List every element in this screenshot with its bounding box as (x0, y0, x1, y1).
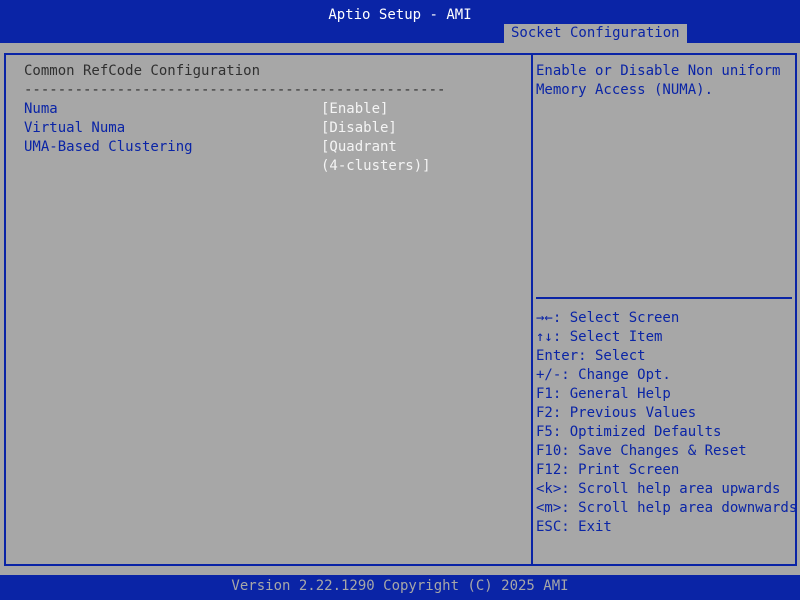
key-help-enter: Enter: Select (536, 348, 646, 364)
setting-numa-label[interactable]: Numa (24, 100, 58, 119)
setting-uma-clustering-value-line2[interactable]: (4-clusters)] (321, 157, 431, 176)
setting-uma-clustering-label[interactable]: UMA-Based Clustering (24, 138, 193, 157)
key-help-change-opt: +/-: Change Opt. (536, 367, 671, 383)
key-help-f2: F2: Previous Values (536, 405, 697, 421)
tab-socket-configuration[interactable]: Socket Configuration (504, 24, 687, 43)
bottom-bar: Version 2.22.1290 Copyright (C) 2025 AMI (0, 575, 800, 600)
key-help-list: →←: Select Screen ↑↓: Select Item Enter:… (536, 309, 797, 537)
section-title: Common RefCode Configuration (24, 63, 261, 79)
key-help-scroll-up: <k>: Scroll help area upwards (536, 481, 781, 497)
app-title: Aptio Setup - AMI (328, 7, 472, 23)
top-bar: Aptio Setup - AMI Socket Configuration (0, 0, 800, 43)
key-help-f1: F1: General Help (536, 386, 671, 402)
setting-uma-clustering-value-line1[interactable]: [Quadrant (321, 138, 397, 157)
version-text: Version 2.22.1290 Copyright (C) 2025 AMI (231, 578, 569, 594)
key-help-scroll-down: <m>: Scroll help area downwards (536, 500, 798, 516)
bios-screen: Aptio Setup - AMI Socket Configuration C… (0, 0, 800, 600)
key-help-select-screen: →←: Select Screen (536, 310, 680, 326)
help-text: Enable or Disable Non uniform Memory Acc… (536, 63, 789, 98)
setting-virtual-numa-value[interactable]: [Disable] (321, 119, 397, 138)
key-help-f5: F5: Optimized Defaults (536, 424, 722, 440)
pane-divider (531, 53, 533, 566)
key-help-esc: ESC: Exit (536, 519, 612, 535)
section-divider: ----------------------------------------… (24, 82, 446, 98)
key-help-f10: F10: Save Changes & Reset (536, 443, 747, 459)
setting-numa-value[interactable]: [Enable] (321, 100, 388, 119)
help-divider (536, 297, 792, 299)
setting-virtual-numa-label[interactable]: Virtual Numa (24, 119, 125, 138)
key-help-f12: F12: Print Screen (536, 462, 680, 478)
key-help-select-item: ↑↓: Select Item (536, 329, 663, 345)
